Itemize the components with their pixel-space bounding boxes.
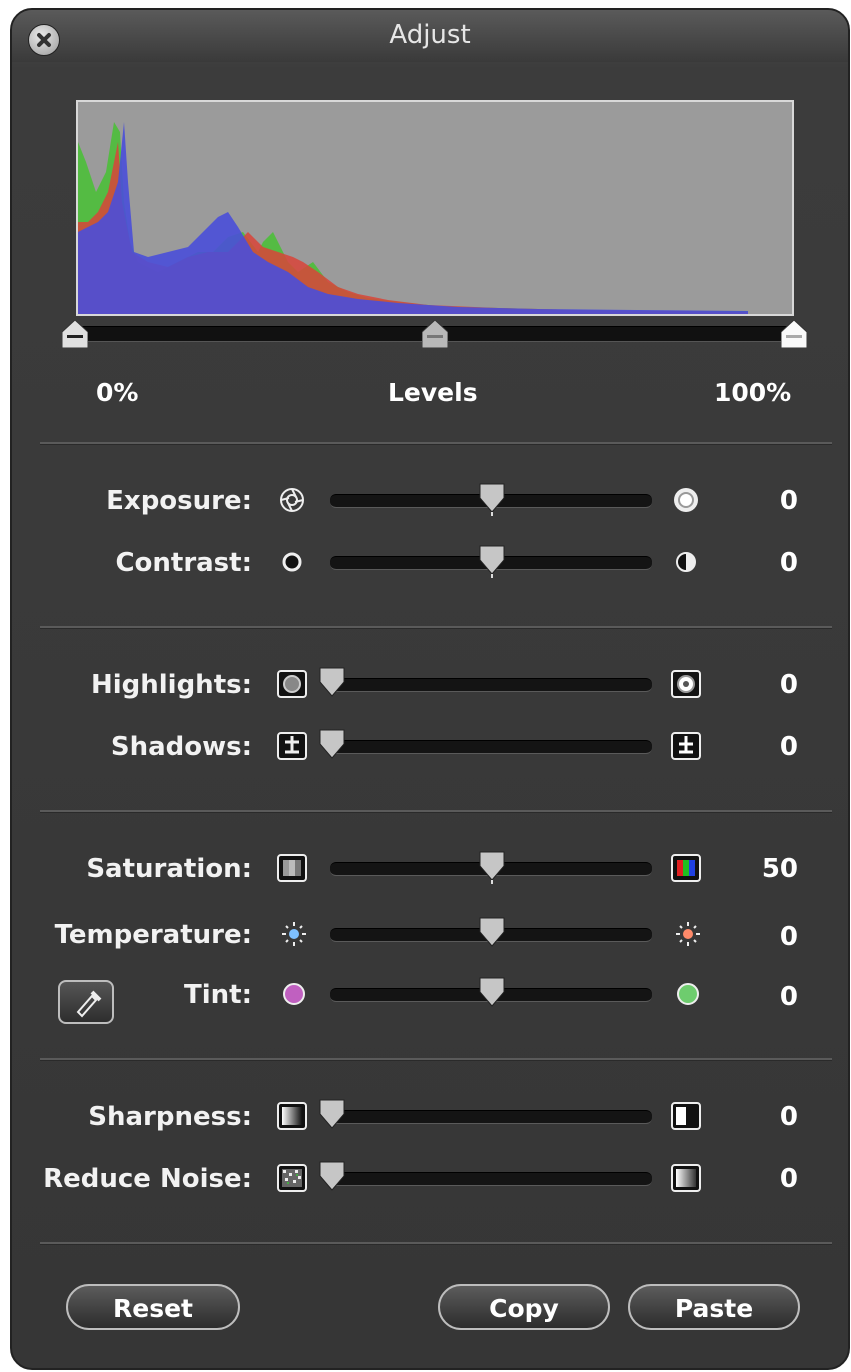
saturation-label: Saturation: <box>86 854 252 884</box>
histogram-graph <box>78 122 748 314</box>
divider <box>40 442 832 445</box>
highlights-value: 0 <box>779 670 798 700</box>
half-circle-icon[interactable] <box>674 546 706 578</box>
levels-label: Levels <box>388 378 478 407</box>
contrast-slider-knob[interactable] <box>478 544 506 578</box>
gray-swatch-icon[interactable] <box>276 852 308 884</box>
levels-min-label: 0% <box>96 378 139 407</box>
magenta-dot-icon[interactable] <box>280 978 312 1010</box>
temperature-slider-knob[interactable] <box>478 916 506 948</box>
divider <box>40 1058 832 1061</box>
eyedropper-button[interactable] <box>58 980 114 1024</box>
saturation-value: 50 <box>761 854 798 884</box>
temperature-label: Temperature: <box>54 920 252 950</box>
highlights-slider-knob[interactable] <box>318 666 346 698</box>
title-bar[interactable]: Adjust <box>12 10 848 62</box>
shadows-high-icon[interactable] <box>670 730 702 762</box>
highlights-label: Highlights: <box>90 670 252 700</box>
noisy-icon[interactable] <box>276 1162 308 1194</box>
sharpness-value: 0 <box>779 1102 798 1132</box>
soft-edge-icon[interactable] <box>276 1100 308 1132</box>
contrast-label: Contrast: <box>115 548 252 578</box>
exposure-slider-knob[interactable] <box>478 482 506 516</box>
reduce-noise-label: Reduce Noise: <box>43 1164 252 1194</box>
tint-value: 0 <box>779 982 798 1012</box>
shadows-label: Shadows: <box>110 732 252 762</box>
tint-slider-knob[interactable] <box>478 976 506 1008</box>
temperature-value: 0 <box>779 922 798 952</box>
levels-max-label: 100% <box>714 378 792 407</box>
sharpness-slider-track[interactable] <box>330 1110 652 1124</box>
divider <box>40 1242 832 1245</box>
sharp-edge-icon[interactable] <box>670 1100 702 1132</box>
window-title: Adjust <box>389 20 471 50</box>
contrast-value: 0 <box>779 548 798 578</box>
shadows-low-icon[interactable] <box>276 730 308 762</box>
blue-channel <box>78 122 748 314</box>
warm-sun-icon[interactable] <box>672 918 704 950</box>
highlights-high-icon[interactable] <box>670 668 702 700</box>
copy-button[interactable]: Copy <box>438 1284 610 1330</box>
highlights-slider-track[interactable] <box>330 678 652 692</box>
rgb-swatch-icon[interactable] <box>670 852 702 884</box>
smooth-icon[interactable] <box>670 1162 702 1194</box>
highlights-low-icon[interactable] <box>276 668 308 700</box>
histogram <box>76 100 794 316</box>
shadows-slider-track[interactable] <box>330 740 652 754</box>
bright-aperture-icon[interactable] <box>670 484 702 516</box>
dot-icon[interactable] <box>280 546 312 578</box>
paste-button[interactable]: Paste <box>628 1284 800 1330</box>
divider <box>40 810 832 813</box>
reduce-noise-slider-knob[interactable] <box>318 1160 346 1192</box>
eyedropper-icon <box>76 990 102 1018</box>
tint-label: Tint: <box>184 980 252 1010</box>
saturation-slider-knob[interactable] <box>478 850 506 884</box>
shadows-value: 0 <box>779 732 798 762</box>
aperture-icon[interactable] <box>276 484 308 516</box>
levels-black-point-handle[interactable] <box>62 320 88 348</box>
sharpness-slider-knob[interactable] <box>318 1098 346 1130</box>
adjust-panel: Adjust 0% Levels 100% Exposure: 0 Contra… <box>10 8 850 1370</box>
levels-white-point-handle[interactable] <box>781 320 807 348</box>
cool-sun-icon[interactable] <box>278 918 310 950</box>
exposure-label: Exposure: <box>106 486 252 516</box>
levels-gray-point-handle[interactable] <box>422 320 448 348</box>
reduce-noise-slider-track[interactable] <box>330 1172 652 1186</box>
divider <box>40 626 832 629</box>
shadows-slider-knob[interactable] <box>318 728 346 760</box>
reduce-noise-value: 0 <box>779 1164 798 1194</box>
exposure-value: 0 <box>779 486 798 516</box>
reset-button[interactable]: Reset <box>66 1284 240 1330</box>
green-dot-icon[interactable] <box>674 978 706 1010</box>
sharpness-label: Sharpness: <box>88 1102 252 1132</box>
